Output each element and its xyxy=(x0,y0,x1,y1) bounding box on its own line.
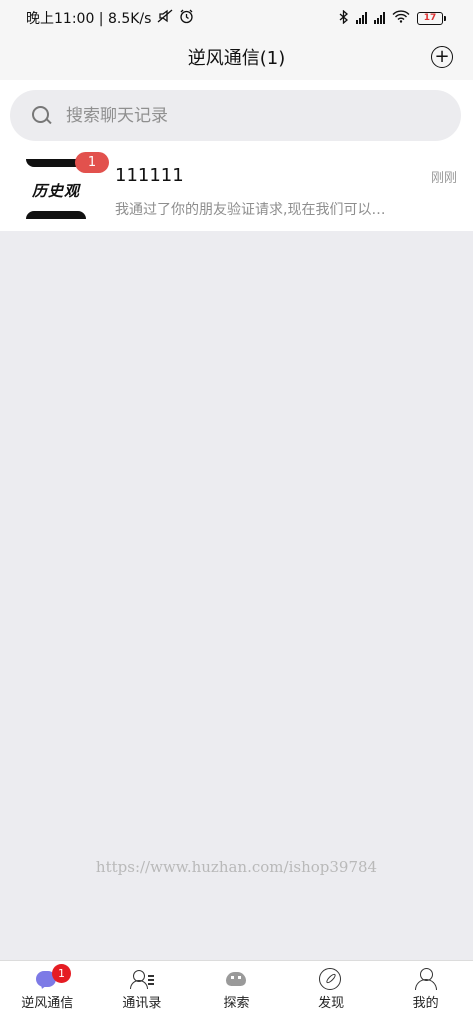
contacts-icon xyxy=(129,967,155,989)
discover-icon xyxy=(318,967,344,990)
tab-explore[interactable]: 探索 xyxy=(189,961,284,1011)
explore-icon xyxy=(223,967,249,989)
battery-icon: 17 xyxy=(417,11,446,25)
chat-time: 刚刚 xyxy=(430,171,457,186)
tab-label: 探索 xyxy=(223,996,250,1011)
avatar-logo-text: 历史观 xyxy=(31,182,80,200)
add-button[interactable]: + xyxy=(431,46,453,68)
tab-chats[interactable]: 1 逆风通信 xyxy=(0,961,95,1011)
tab-me[interactable]: 我的 xyxy=(378,961,473,1011)
bluetooth-icon xyxy=(339,9,349,27)
status-bar: 晚上11:00 | 8.5K/s 17 xyxy=(0,0,473,36)
tab-label: 逆风通信 xyxy=(21,996,74,1011)
search-input[interactable] xyxy=(66,105,426,126)
chat-preview: 我通过了你的朋友验证请求,现在我们可以… xyxy=(115,202,386,218)
watermark: https://www.huzhan.com/ishop39784 xyxy=(95,858,378,876)
tab-unread-badge: 1 xyxy=(52,964,71,983)
page-title: 逆风通信(1) xyxy=(187,48,286,69)
chat-list-item[interactable]: 历史观 1 111111 刚刚 我通过了你的朋友验证请求,现在我们可以… xyxy=(0,152,473,231)
unread-badge: 1 xyxy=(75,152,109,173)
tab-discover[interactable]: 发现 xyxy=(284,961,379,1011)
bottom-tab-bar: 1 逆风通信 通讯录 探索 发现 我的 xyxy=(0,960,473,1011)
tab-contacts[interactable]: 通讯录 xyxy=(95,961,190,1011)
app-header: 逆风通信(1) + xyxy=(0,36,473,80)
wifi-icon xyxy=(392,10,410,26)
tab-label: 发现 xyxy=(318,996,345,1011)
alarm-icon xyxy=(179,9,194,28)
chat-name: 111111 xyxy=(115,165,184,186)
mute-icon xyxy=(157,9,173,27)
status-time-speed: 晚上11:00 | 8.5K/s xyxy=(26,11,152,27)
signal-icon-1 xyxy=(356,12,367,24)
status-left: 晚上11:00 | 8.5K/s xyxy=(26,8,194,28)
profile-icon xyxy=(413,967,439,990)
search-icon xyxy=(32,105,52,126)
plus-circle-icon: + xyxy=(434,46,450,67)
signal-icon-2 xyxy=(374,12,385,24)
search-bar[interactable] xyxy=(10,90,461,141)
status-right: 17 xyxy=(339,9,446,27)
tab-label: 我的 xyxy=(412,996,439,1011)
search-section xyxy=(0,80,473,152)
tab-label: 通讯录 xyxy=(122,996,162,1011)
